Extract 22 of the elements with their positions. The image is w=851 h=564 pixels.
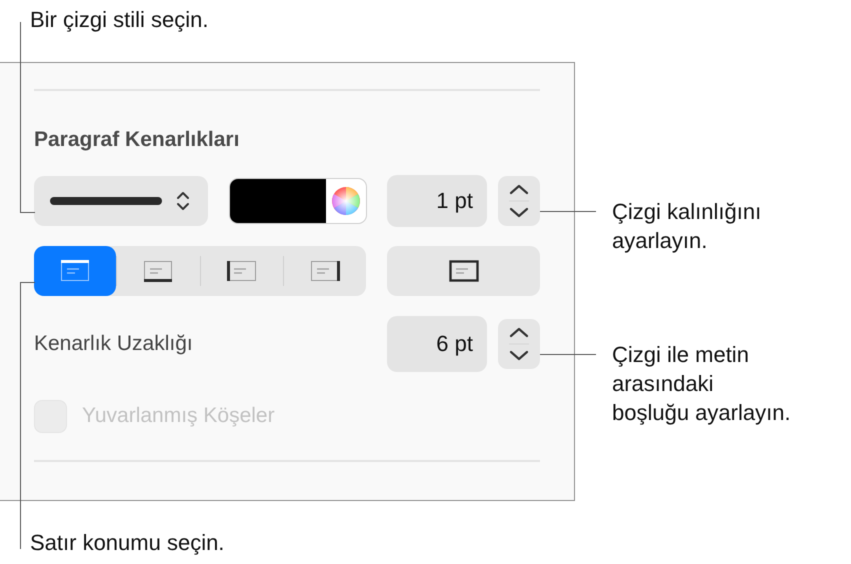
line-style-popup[interactable] (34, 176, 208, 226)
leader-line (540, 354, 596, 355)
border-left-icon (226, 260, 257, 282)
border-top-icon (60, 260, 90, 282)
border-bottom-icon (143, 260, 174, 282)
color-wheel-icon (331, 186, 361, 216)
callout-text: Bir çizgi stili seçin. (30, 6, 208, 34)
stepper[interactable] (498, 176, 540, 226)
border-right-icon (310, 260, 340, 282)
stepper[interactable] (498, 319, 540, 369)
callout-text: Çizgi ile metin arasındaki boşluğu ayarlayın. (612, 341, 791, 427)
border-box-button[interactable] (387, 246, 540, 296)
field-label: Kenarlık Uzaklığı (34, 332, 194, 356)
border-distance-field[interactable]: 6 pt (387, 316, 487, 372)
color-well[interactable] (229, 178, 367, 224)
callout-text: Satır konumu seçin. (30, 529, 224, 557)
up-down-chevron-icon (176, 190, 190, 212)
callout-text: Çizgi kalınlığını ayarlayın. (612, 198, 762, 255)
section-title: Paragraf Kenarlıkları (34, 128, 240, 153)
leader-line (540, 211, 596, 212)
line-width-field[interactable]: 1 pt (387, 175, 487, 227)
border-box-icon (448, 260, 478, 282)
